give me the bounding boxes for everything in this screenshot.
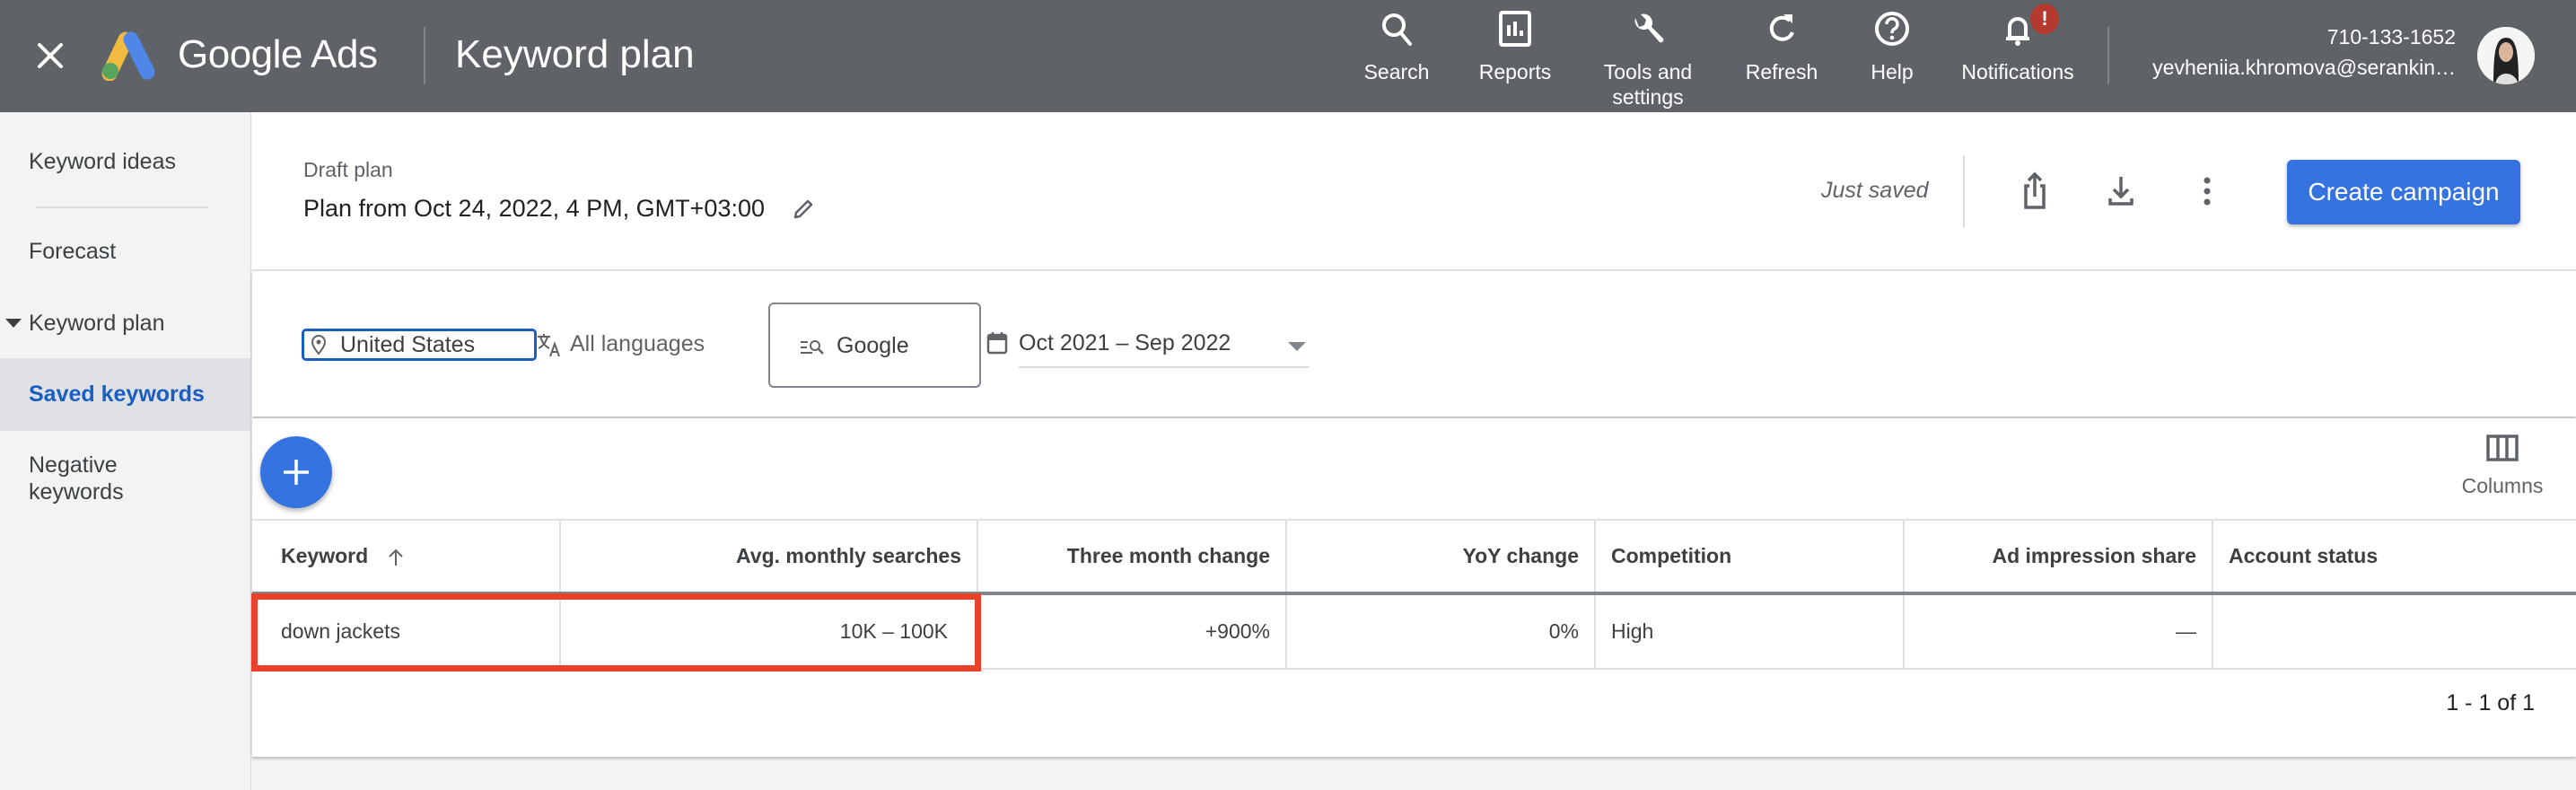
date-range-filter[interactable]: Oct 2021 – Sep 2022 (986, 323, 1310, 377)
pagination-summary: 1 - 1 of 1 (2446, 690, 2535, 715)
column-header-avg-monthly-searches[interactable]: Avg. monthly searches (559, 519, 977, 595)
cell-three-month-change: +900% (977, 593, 1286, 670)
sidebar-item-saved-keywords[interactable]: Saved keywords (0, 358, 250, 431)
nav-tools-label: Tools and settings (1603, 60, 1693, 109)
more-options-button[interactable] (2182, 166, 2232, 216)
draft-label: Draft plan (303, 158, 393, 181)
nav-reports-button[interactable]: Reports (1457, 9, 1573, 108)
location-pin-icon (311, 335, 327, 356)
column-header-yoy-change[interactable]: YoY change (1285, 519, 1595, 595)
cell-keyword: down jackets (252, 593, 560, 670)
translate-icon (538, 334, 560, 357)
toolbar-divider (1963, 155, 1965, 227)
nav-search-label: Search (1363, 60, 1430, 83)
help-icon (1875, 12, 1909, 46)
sort-ascending-icon (388, 549, 403, 566)
filter-bar: United States All languages Google Oct 2… (252, 271, 2576, 417)
nav-refresh-button[interactable]: Refresh (1723, 9, 1840, 108)
language-value: All languages (570, 331, 705, 356)
page-title: Keyword plan (455, 32, 695, 76)
close-button[interactable] (32, 38, 68, 74)
more-vert-icon (2204, 177, 2211, 206)
keywords-table-card: Columns Keyword Avg. monthly searches Th… (252, 418, 2576, 757)
notification-badge: ! (2030, 4, 2059, 34)
sidebar-item-forecast[interactable]: Forecast (0, 238, 250, 265)
share-icon (2024, 171, 2046, 209)
location-filter[interactable]: United States (302, 329, 537, 361)
nav-reports-label: Reports (1478, 60, 1552, 83)
nav-refresh-label: Refresh (1745, 60, 1818, 83)
column-header-keyword[interactable]: Keyword (252, 519, 560, 595)
sidebar-item-negative-keywords[interactable]: Negative keywords (0, 452, 180, 505)
user-avatar-icon (2477, 27, 2535, 84)
table-row[interactable]: down jackets 10K – 100K +900% 0% High — (252, 593, 2576, 670)
download-button[interactable] (2096, 166, 2146, 216)
sidebar-item-keyword-plan[interactable]: Keyword plan (0, 310, 250, 337)
table-header-row: Keyword Avg. monthly searches Three mont… (252, 519, 2576, 595)
add-keywords-button[interactable] (260, 436, 332, 508)
search-icon (1382, 13, 1412, 46)
title-divider (424, 27, 425, 84)
close-icon (38, 43, 63, 68)
account-email: yevheniia.khromova@serankin… (2152, 56, 2456, 79)
nav-notifications-label: Notifications (1961, 60, 2074, 83)
column-header-three-month-change[interactable]: Three month change (977, 519, 1286, 595)
sidebar: Keyword ideas Forecast Keyword plan Save… (0, 112, 251, 790)
date-range-underline (1019, 366, 1310, 368)
location-value: United States (340, 332, 476, 357)
account-divider (2107, 27, 2109, 84)
dropdown-arrow-icon (1288, 342, 1306, 351)
column-header-account-status[interactable]: Account status (2212, 519, 2576, 595)
column-header-ad-impression-share[interactable]: Ad impression share (1903, 519, 2212, 595)
share-button[interactable] (2010, 166, 2060, 216)
nav-help-button[interactable]: Help (1834, 9, 1950, 108)
top-app-bar: Google Ads Keyword plan Search Reports T… (0, 0, 2576, 112)
google-ads-logo-icon (101, 31, 155, 81)
account-customer-id: 710-133-1652 (2326, 25, 2456, 48)
avatar[interactable] (2477, 27, 2535, 84)
cell-account-status (2212, 593, 2576, 670)
reports-icon (1499, 11, 1531, 47)
nav-search-button[interactable]: Search (1338, 9, 1455, 108)
plan-name: Plan from Oct 24, 2022, 4 PM, GMT+03:00 (303, 195, 765, 222)
nav-help-label: Help (1871, 60, 1914, 83)
nav-notifications-button[interactable]: ! Notifications (1948, 4, 2088, 108)
columns-button[interactable]: Columns (2453, 434, 2552, 515)
sidebar-divider (36, 206, 208, 208)
search-network-filter[interactable]: Google (768, 303, 981, 388)
cell-yoy-change: 0% (1285, 593, 1595, 670)
network-value: Google (837, 333, 909, 358)
columns-label: Columns (2461, 474, 2544, 497)
create-campaign-button[interactable]: Create campaign (2287, 160, 2520, 224)
cell-competition: High (1594, 593, 1904, 670)
plus-icon (284, 460, 309, 485)
save-status: Just saved (1821, 178, 1929, 203)
plan-header: Draft plan Plan from Oct 24, 2022, 4 PM,… (252, 112, 2576, 271)
sidebar-item-keyword-ideas[interactable]: Keyword ideas (0, 148, 250, 175)
keywords-table: Keyword Avg. monthly searches Three mont… (252, 519, 2576, 670)
pencil-icon[interactable] (791, 197, 816, 222)
column-header-competition[interactable]: Competition (1594, 519, 1904, 595)
cell-ad-impression-share: — (1903, 593, 2212, 670)
network-search-icon (801, 340, 824, 355)
download-icon (2108, 177, 2134, 206)
cell-avg-monthly-searches: 10K – 100K (559, 593, 977, 670)
caret-down-icon (5, 319, 22, 328)
brand-name: Google Ads (178, 32, 378, 76)
refresh-icon (1769, 14, 1794, 41)
calendar-icon (986, 332, 1008, 355)
columns-icon (2486, 434, 2519, 461)
nav-tools-button[interactable]: Tools and settings (1590, 9, 1706, 109)
date-range-value: Oct 2021 – Sep 2022 (1019, 330, 1231, 356)
sidebar-item-label: Keyword plan (29, 311, 165, 336)
sidebar-item-label: Negative keywords (29, 452, 124, 505)
wrench-icon (1634, 13, 1664, 43)
column-header-label: Keyword (281, 544, 369, 567)
